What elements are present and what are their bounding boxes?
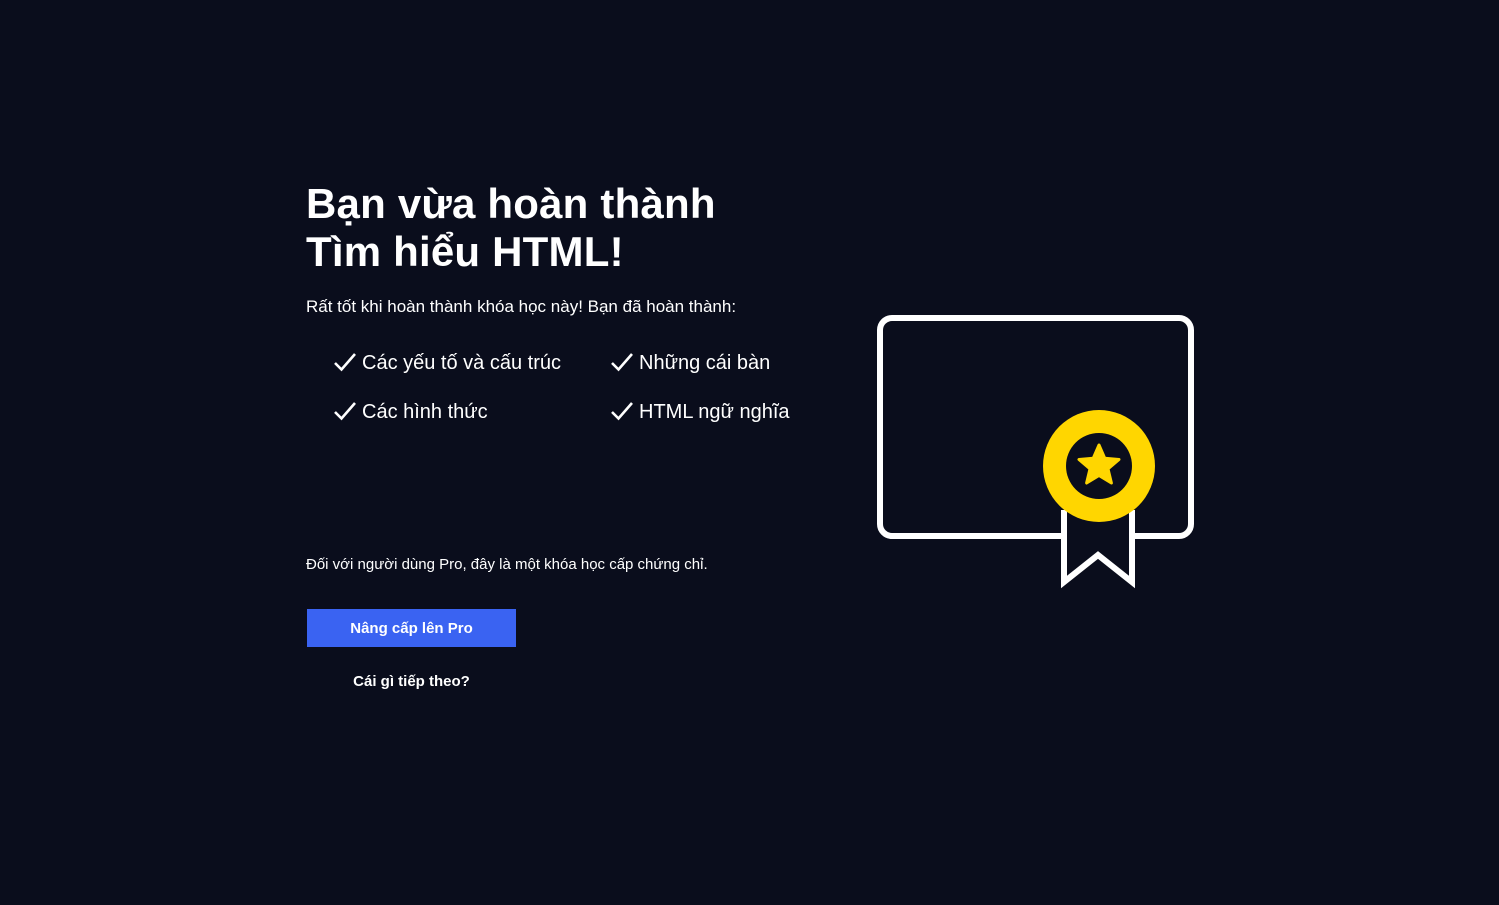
completed-topic-label: Những cái bàn (639, 352, 771, 374)
completed-topic: Các hình thức (332, 399, 488, 425)
certificate-icon (877, 315, 1194, 589)
title-line-2: Tìm hiểu HTML! (306, 228, 624, 275)
completed-topic: Các yếu tố và cấu trúc (332, 350, 561, 376)
completed-topic: HTML ngữ nghĩa (609, 399, 790, 425)
check-icon (334, 353, 356, 372)
whats-next-link[interactable]: Cái gì tiếp theo? (307, 670, 516, 694)
completion-subtitle: Rất tốt khi hoàn thành khóa học này! Bạn… (306, 297, 737, 316)
completed-topic-label: HTML ngữ nghĩa (639, 401, 790, 423)
title-line-1: Bạn vừa hoàn thành (306, 180, 716, 227)
check-icon (611, 353, 633, 372)
medal-icon (1043, 410, 1155, 589)
completed-topic: Những cái bàn (609, 350, 770, 376)
completed-topic-label: Các yếu tố và cấu trúc (362, 352, 561, 374)
completion-panel: Bạn vừa hoàn thành Tìm hiểu HTML! Rất tố… (306, 180, 826, 690)
pro-certificate-note: Đối với người dùng Pro, đây là một khóa … (306, 556, 708, 573)
check-icon (334, 402, 356, 421)
check-icon (611, 402, 633, 421)
page-title: Bạn vừa hoàn thành Tìm hiểu HTML! (306, 180, 826, 276)
completed-topic-label: Các hình thức (362, 401, 488, 423)
upgrade-to-pro-button[interactable]: Nâng cấp lên Pro (307, 609, 516, 647)
